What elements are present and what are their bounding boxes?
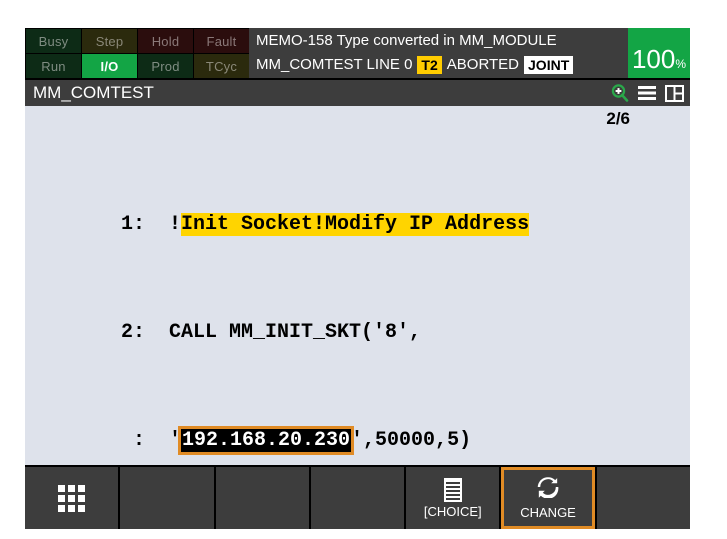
program-status-line: MM_COMTEST LINE 0 T2 ABORTED JOINT [256, 53, 628, 77]
app-grid-icon [58, 484, 86, 512]
title-bar-icons [611, 84, 684, 102]
speed-override-value: 100 [631, 44, 676, 74]
status-led-io: I/O [82, 54, 137, 78]
status-bar: Busy Step Hold Fault Run I/O Prod TCyc M… [25, 28, 690, 78]
program-listing: 1: !Init Socket!Modify IP Address 2: CALL … [25, 130, 690, 465]
function-key-bar: [CHOICE] CHANGE [25, 465, 690, 529]
status-message-panel[interactable]: MEMO-158 Type converted in MM_MODULE MM_… [249, 28, 628, 78]
app-menu-button[interactable] [25, 467, 119, 529]
status-led-run: Run [26, 54, 81, 78]
function-key-2[interactable] [120, 467, 214, 529]
zoom-in-icon[interactable] [611, 84, 629, 102]
alarm-message-text: MEMO-158 Type converted in MM_MODULE [256, 32, 557, 49]
refresh-icon [537, 476, 559, 503]
program-line-2-continued[interactable]: : '192.168.20.230',50000,5) [97, 426, 690, 455]
function-key-3[interactable] [215, 467, 309, 529]
quote-open: ' [169, 429, 182, 452]
socket-args-text[interactable]: ',50000,5) [351, 429, 471, 452]
layout-icon[interactable] [665, 84, 684, 102]
status-led-busy: Busy [26, 29, 81, 53]
status-led-hold: Hold [138, 29, 193, 53]
choice-button[interactable]: [CHOICE] [406, 467, 500, 529]
alarm-message: MEMO-158 Type converted in MM_MODULE [256, 29, 628, 53]
status-led-tcyc: TCyc [194, 54, 249, 78]
program-editor[interactable]: 2/6 1: !Init Socket!Modify IP Address 2: C… [25, 106, 690, 465]
comment-text-highlighted[interactable]: Init Socket!Modify IP Address [181, 213, 530, 236]
change-button[interactable]: CHANGE [501, 467, 595, 529]
comment-bang: ! [169, 213, 182, 236]
ip-address-field[interactable]: 192.168.20.230 [178, 426, 355, 455]
page-indicator: 2/6 [606, 109, 630, 128]
speed-override-indicator[interactable]: 100 % [628, 28, 690, 78]
speed-override-unit: % [675, 57, 687, 71]
mode-badge: T2 [417, 56, 442, 74]
status-led-grid: Busy Step Hold Fault Run I/O Prod TCyc [25, 28, 249, 78]
line-number: : [132, 429, 145, 452]
status-led-prod: Prod [138, 54, 193, 78]
function-key-4[interactable] [310, 467, 405, 529]
change-button-label: CHANGE [520, 505, 576, 520]
menu-icon[interactable] [638, 85, 656, 101]
title-bar: MM_COMTEST [25, 78, 690, 106]
teach-pendant-screen: Busy Step Hold Fault Run I/O Prod TCyc M… [25, 28, 690, 529]
program-line-1[interactable]: 1: !Init Socket!Modify IP Address [97, 211, 690, 238]
choice-button-label: [CHOICE] [423, 503, 482, 519]
line-2-text[interactable]: CALL MM_INIT_SKT('8', [169, 321, 421, 344]
program-line-2[interactable]: 2: CALL MM_INIT_SKT('8', [97, 319, 690, 346]
execution-state: ABORTED [446, 56, 520, 73]
program-line-indicator: MM_COMTEST LINE 0 [256, 56, 413, 73]
line-number: 2: [120, 321, 145, 344]
page-title: MM_COMTEST [33, 83, 154, 102]
function-key-7[interactable] [596, 467, 690, 529]
coordinate-badge: JOINT [524, 56, 574, 74]
status-led-fault: Fault [194, 29, 249, 53]
list-icon [443, 477, 462, 502]
line-number: 1: [120, 213, 145, 236]
status-led-step: Step [82, 29, 137, 53]
